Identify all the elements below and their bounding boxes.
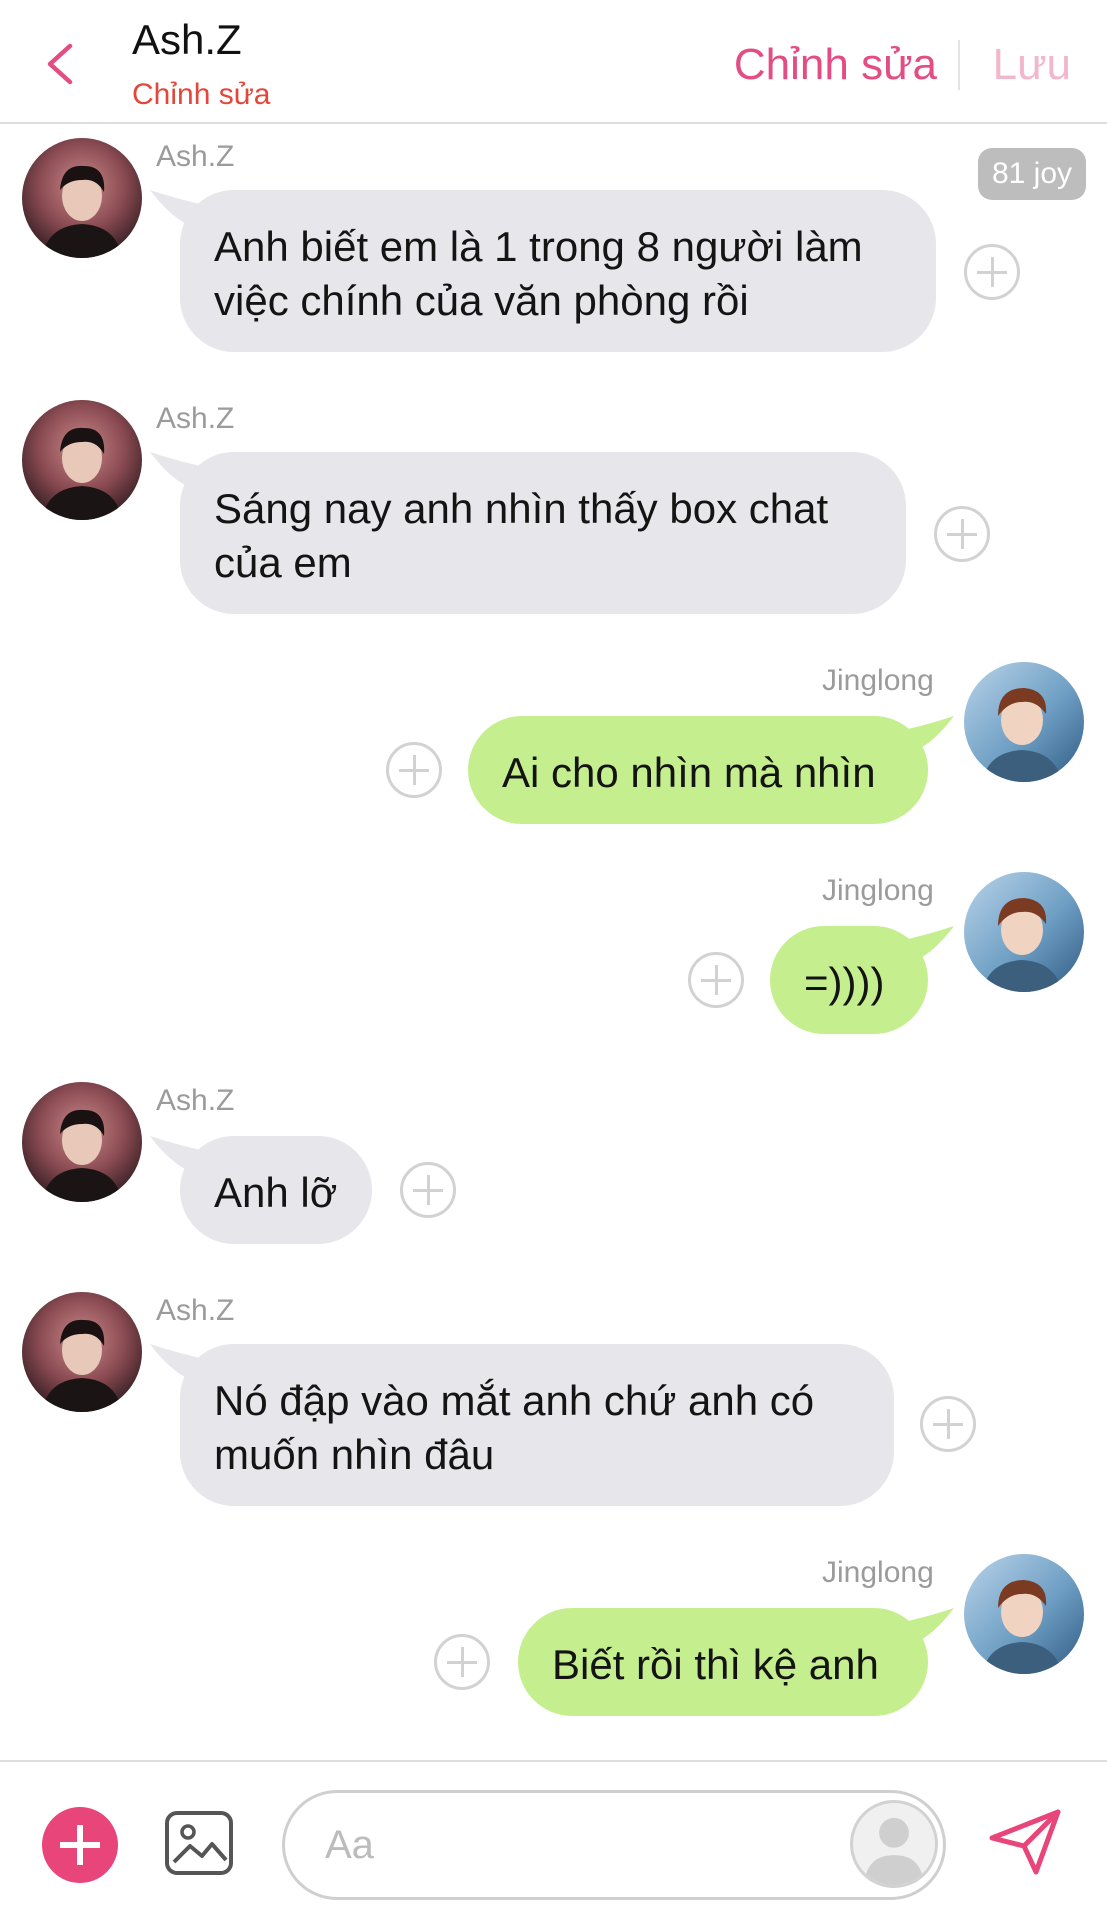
message-line: việc chính của văn phòng rồi xyxy=(214,277,749,324)
image-icon xyxy=(165,1811,233,1875)
react-plus-button[interactable] xyxy=(434,1634,490,1690)
message-input[interactable] xyxy=(282,1790,946,1900)
avatar-jinglong[interactable] xyxy=(964,1554,1084,1674)
react-plus-button[interactable] xyxy=(934,506,990,562)
message-bubble[interactable]: Ai cho nhìn mà nhìn xyxy=(468,716,928,824)
image-button[interactable] xyxy=(164,1810,234,1876)
react-plus-button[interactable] xyxy=(688,952,744,1008)
sticker-avatar-button[interactable] xyxy=(850,1800,938,1888)
chevron-left-icon xyxy=(47,43,73,85)
message-bubble[interactable]: Anh lỡ xyxy=(180,1136,372,1244)
message-line: Anh biết em là 1 trong 8 người làm xyxy=(214,223,863,270)
person-icon xyxy=(864,1817,924,1885)
sender-name: Jinglong xyxy=(822,664,934,697)
save-button[interactable]: Lưu xyxy=(993,40,1071,90)
message-line: muốn nhìn đâu xyxy=(214,1431,495,1478)
avatar-image xyxy=(964,1554,1084,1674)
avatar-image xyxy=(22,138,142,258)
react-plus-button[interactable] xyxy=(386,742,442,798)
avatar-ash-z[interactable] xyxy=(22,1292,142,1412)
avatar-ash-z[interactable] xyxy=(22,400,142,520)
chat-subtitle[interactable]: Chỉnh sửa xyxy=(132,78,271,112)
send-button[interactable] xyxy=(988,1806,1064,1878)
message-line: Nó đập vào mắt anh chứ anh có xyxy=(214,1377,815,1424)
message-bubble[interactable]: Anh biết em là 1 trong 8 người làm việc … xyxy=(180,190,936,352)
avatar-jinglong[interactable] xyxy=(964,872,1084,992)
react-plus-button[interactable] xyxy=(920,1396,976,1452)
sender-name: Ash.Z xyxy=(156,140,235,173)
react-plus-button[interactable] xyxy=(400,1162,456,1218)
avatar-image xyxy=(22,1082,142,1202)
avatar-image xyxy=(964,872,1084,992)
joy-badge: 81 joy xyxy=(978,148,1086,200)
send-icon xyxy=(989,1809,1061,1875)
add-button[interactable] xyxy=(42,1807,118,1883)
message-line: của em xyxy=(214,539,352,586)
back-button[interactable] xyxy=(40,40,80,88)
react-plus-button[interactable] xyxy=(964,244,1020,300)
sender-name: Ash.Z xyxy=(156,402,235,435)
sender-name: Ash.Z xyxy=(156,1294,235,1327)
message-bubble[interactable]: Sáng nay anh nhìn thấy box chat của em xyxy=(180,452,906,614)
avatar-ash-z[interactable] xyxy=(22,1082,142,1202)
message-line: Ai cho nhìn mà nhìn xyxy=(502,749,876,796)
message-bubble[interactable]: Biết rồi thì kệ anh xyxy=(518,1608,928,1716)
composer-bar xyxy=(0,1760,1107,1920)
message-bubble[interactable]: Nó đập vào mắt anh chứ anh có muốn nhìn … xyxy=(180,1344,894,1506)
chat-header: Ash.Z Chỉnh sửa Chỉnh sửa Lưu xyxy=(0,0,1107,124)
avatar-jinglong[interactable] xyxy=(964,662,1084,782)
avatar-image xyxy=(22,400,142,520)
message-bubble[interactable]: =)))) xyxy=(770,926,928,1034)
sender-name: Jinglong xyxy=(822,874,934,907)
sender-name: Ash.Z xyxy=(156,1084,235,1117)
header-divider xyxy=(958,40,960,90)
edit-button[interactable]: Chỉnh sửa xyxy=(734,40,937,90)
message-line: Anh lỡ xyxy=(214,1169,338,1216)
message-line: Biết rồi thì kệ anh xyxy=(552,1641,879,1688)
message-line: =)))) xyxy=(804,959,885,1006)
avatar-image xyxy=(22,1292,142,1412)
message-line: Sáng nay anh nhìn thấy box chat xyxy=(214,485,829,532)
avatar-image xyxy=(964,662,1084,782)
sender-name: Jinglong xyxy=(822,1556,934,1589)
avatar-ash-z[interactable] xyxy=(22,138,142,258)
chat-title: Ash.Z xyxy=(132,16,242,63)
